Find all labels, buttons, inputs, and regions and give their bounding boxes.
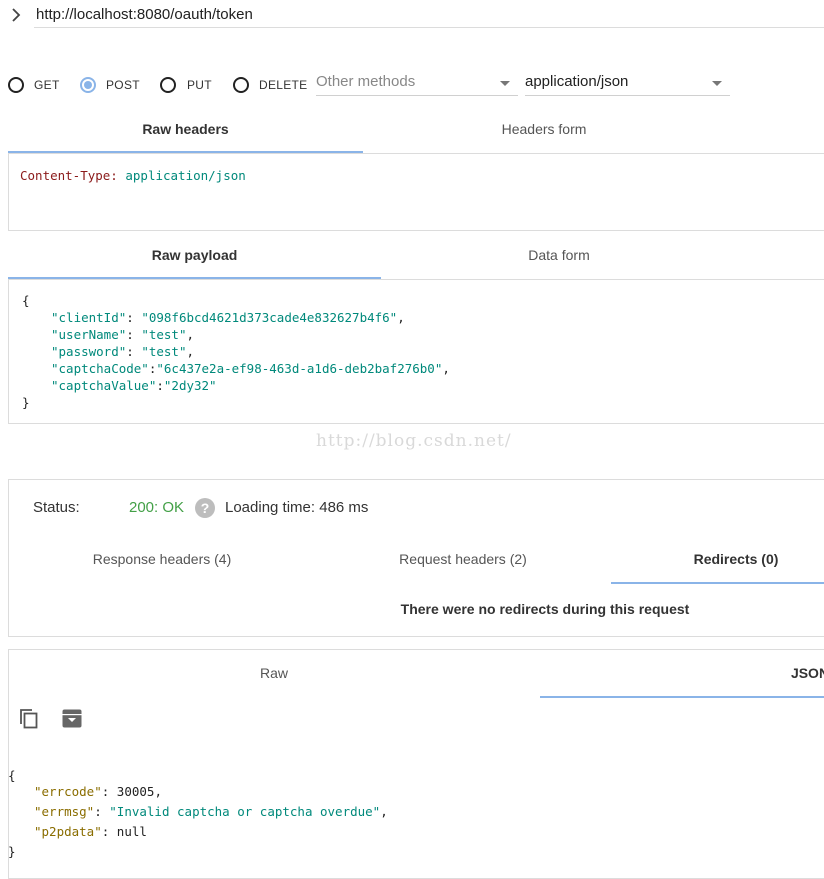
tab-data-form[interactable]: Data form xyxy=(381,232,737,278)
response-value: null xyxy=(116,824,147,839)
payload-open-brace: { xyxy=(22,293,30,308)
tab-raw[interactable]: Raw xyxy=(8,650,540,696)
payload-comma: , xyxy=(442,361,450,376)
payload-line: "captchaCode":"6c437e2a-ef98-463d-a1d6-d… xyxy=(51,361,450,376)
other-methods-select[interactable]: Other methods xyxy=(316,68,518,96)
response-line: "p2pdata": null xyxy=(34,824,147,839)
tab-indicator xyxy=(611,582,824,584)
dropdown-caret-icon xyxy=(712,81,722,86)
content-type-label: application/json xyxy=(525,73,629,90)
header-line: Content-Type: application/json xyxy=(20,168,246,183)
payload-value: "098f6bcd4621d373cade4e832627b4f6" xyxy=(141,310,398,325)
raw-payload-editor[interactable]: { "clientId": "098f6bcd4621d373cade4e832… xyxy=(8,279,824,424)
tab-raw-headers[interactable]: Raw headers xyxy=(8,106,363,152)
payload-key: "clientId" xyxy=(51,310,127,325)
raw-headers-editor[interactable]: Content-Type: application/json xyxy=(8,153,824,231)
payload-value: "test" xyxy=(141,344,187,359)
payload-value: "6c437e2a-ef98-463d-a1d6-deb2baf276b0" xyxy=(156,361,443,376)
watermark: http://blog.csdn.net/ xyxy=(316,431,512,451)
method-label-put[interactable]: PUT xyxy=(187,78,212,92)
payload-key: "password" xyxy=(51,344,127,359)
response-separator: : xyxy=(101,784,117,799)
payload-line: "userName": "test", xyxy=(51,327,194,342)
header-name: Content-Type: xyxy=(20,168,118,183)
payload-comma: , xyxy=(186,344,195,359)
tab-redirects[interactable]: Redirects (0) xyxy=(611,536,824,582)
response-comma: , xyxy=(154,784,162,799)
method-radio-delete[interactable] xyxy=(233,77,249,93)
response-close-brace: } xyxy=(8,844,16,859)
dropdown-caret-icon xyxy=(500,81,510,86)
response-line: "errmsg": "Invalid captcha or captcha ov… xyxy=(34,804,388,819)
content-type-select[interactable]: application/json xyxy=(525,68,730,96)
redirect-message: There were no redirects during this requ… xyxy=(400,601,690,617)
payload-key: "userName" xyxy=(51,327,127,342)
response-key: "p2pdata" xyxy=(34,824,102,839)
payload-comma: , xyxy=(397,310,405,325)
tab-raw-payload[interactable]: Raw payload xyxy=(8,232,381,278)
tab-request-headers[interactable]: Request headers (2) xyxy=(316,536,610,582)
payload-key: "captchaValue" xyxy=(51,378,157,393)
status-value: 200: OK xyxy=(129,499,185,516)
tab-headers-form[interactable]: Headers form xyxy=(363,106,725,152)
response-line: "errcode": 30005, xyxy=(34,784,162,799)
method-label-get[interactable]: GET xyxy=(34,78,60,92)
tab-response-headers[interactable]: Response headers (4) xyxy=(8,536,316,582)
response-value: 30005 xyxy=(116,784,155,799)
payload-key: "captchaCode" xyxy=(51,361,149,376)
method-radio-get[interactable] xyxy=(8,77,24,93)
header-value: application/json xyxy=(125,168,246,183)
payload-separator: : xyxy=(126,344,142,359)
archive-icon[interactable] xyxy=(61,707,83,729)
chevron-right-icon[interactable] xyxy=(9,6,25,24)
payload-line: "captchaValue":"2dy32" xyxy=(51,378,217,393)
response-comma: , xyxy=(380,804,388,819)
response-key: "errcode" xyxy=(34,784,102,799)
response-value: "Invalid captcha or captcha overdue" xyxy=(109,804,381,819)
response-separator: : xyxy=(101,824,117,839)
status-label: Status: xyxy=(33,499,80,516)
payload-separator: : xyxy=(126,310,142,325)
other-methods-label: Other methods xyxy=(316,73,416,90)
method-radio-put[interactable] xyxy=(160,77,176,93)
help-icon[interactable]: ? xyxy=(195,498,215,518)
method-label-delete[interactable]: DELETE xyxy=(259,78,307,92)
tab-indicator xyxy=(540,696,824,698)
loading-time: Loading time: 486 ms xyxy=(225,499,369,516)
payload-comma: , xyxy=(186,327,195,342)
copy-icon[interactable] xyxy=(18,707,40,729)
payload-line: "password": "test", xyxy=(51,344,194,359)
payload-separator: : xyxy=(126,327,142,342)
response-key: "errmsg" xyxy=(34,804,95,819)
response-open-brace: { xyxy=(8,768,16,783)
payload-value: "test" xyxy=(141,327,187,342)
tab-json[interactable]: JSON xyxy=(760,650,824,696)
payload-separator: : xyxy=(156,378,164,393)
payload-value: "2dy32" xyxy=(163,378,217,393)
response-separator: : xyxy=(94,804,110,819)
method-label-post[interactable]: POST xyxy=(106,78,140,92)
url-input[interactable] xyxy=(34,0,824,28)
payload-close-brace: } xyxy=(22,395,30,410)
method-radio-post[interactable] xyxy=(80,77,96,93)
payload-line: "clientId": "098f6bcd4621d373cade4e83262… xyxy=(51,310,405,325)
